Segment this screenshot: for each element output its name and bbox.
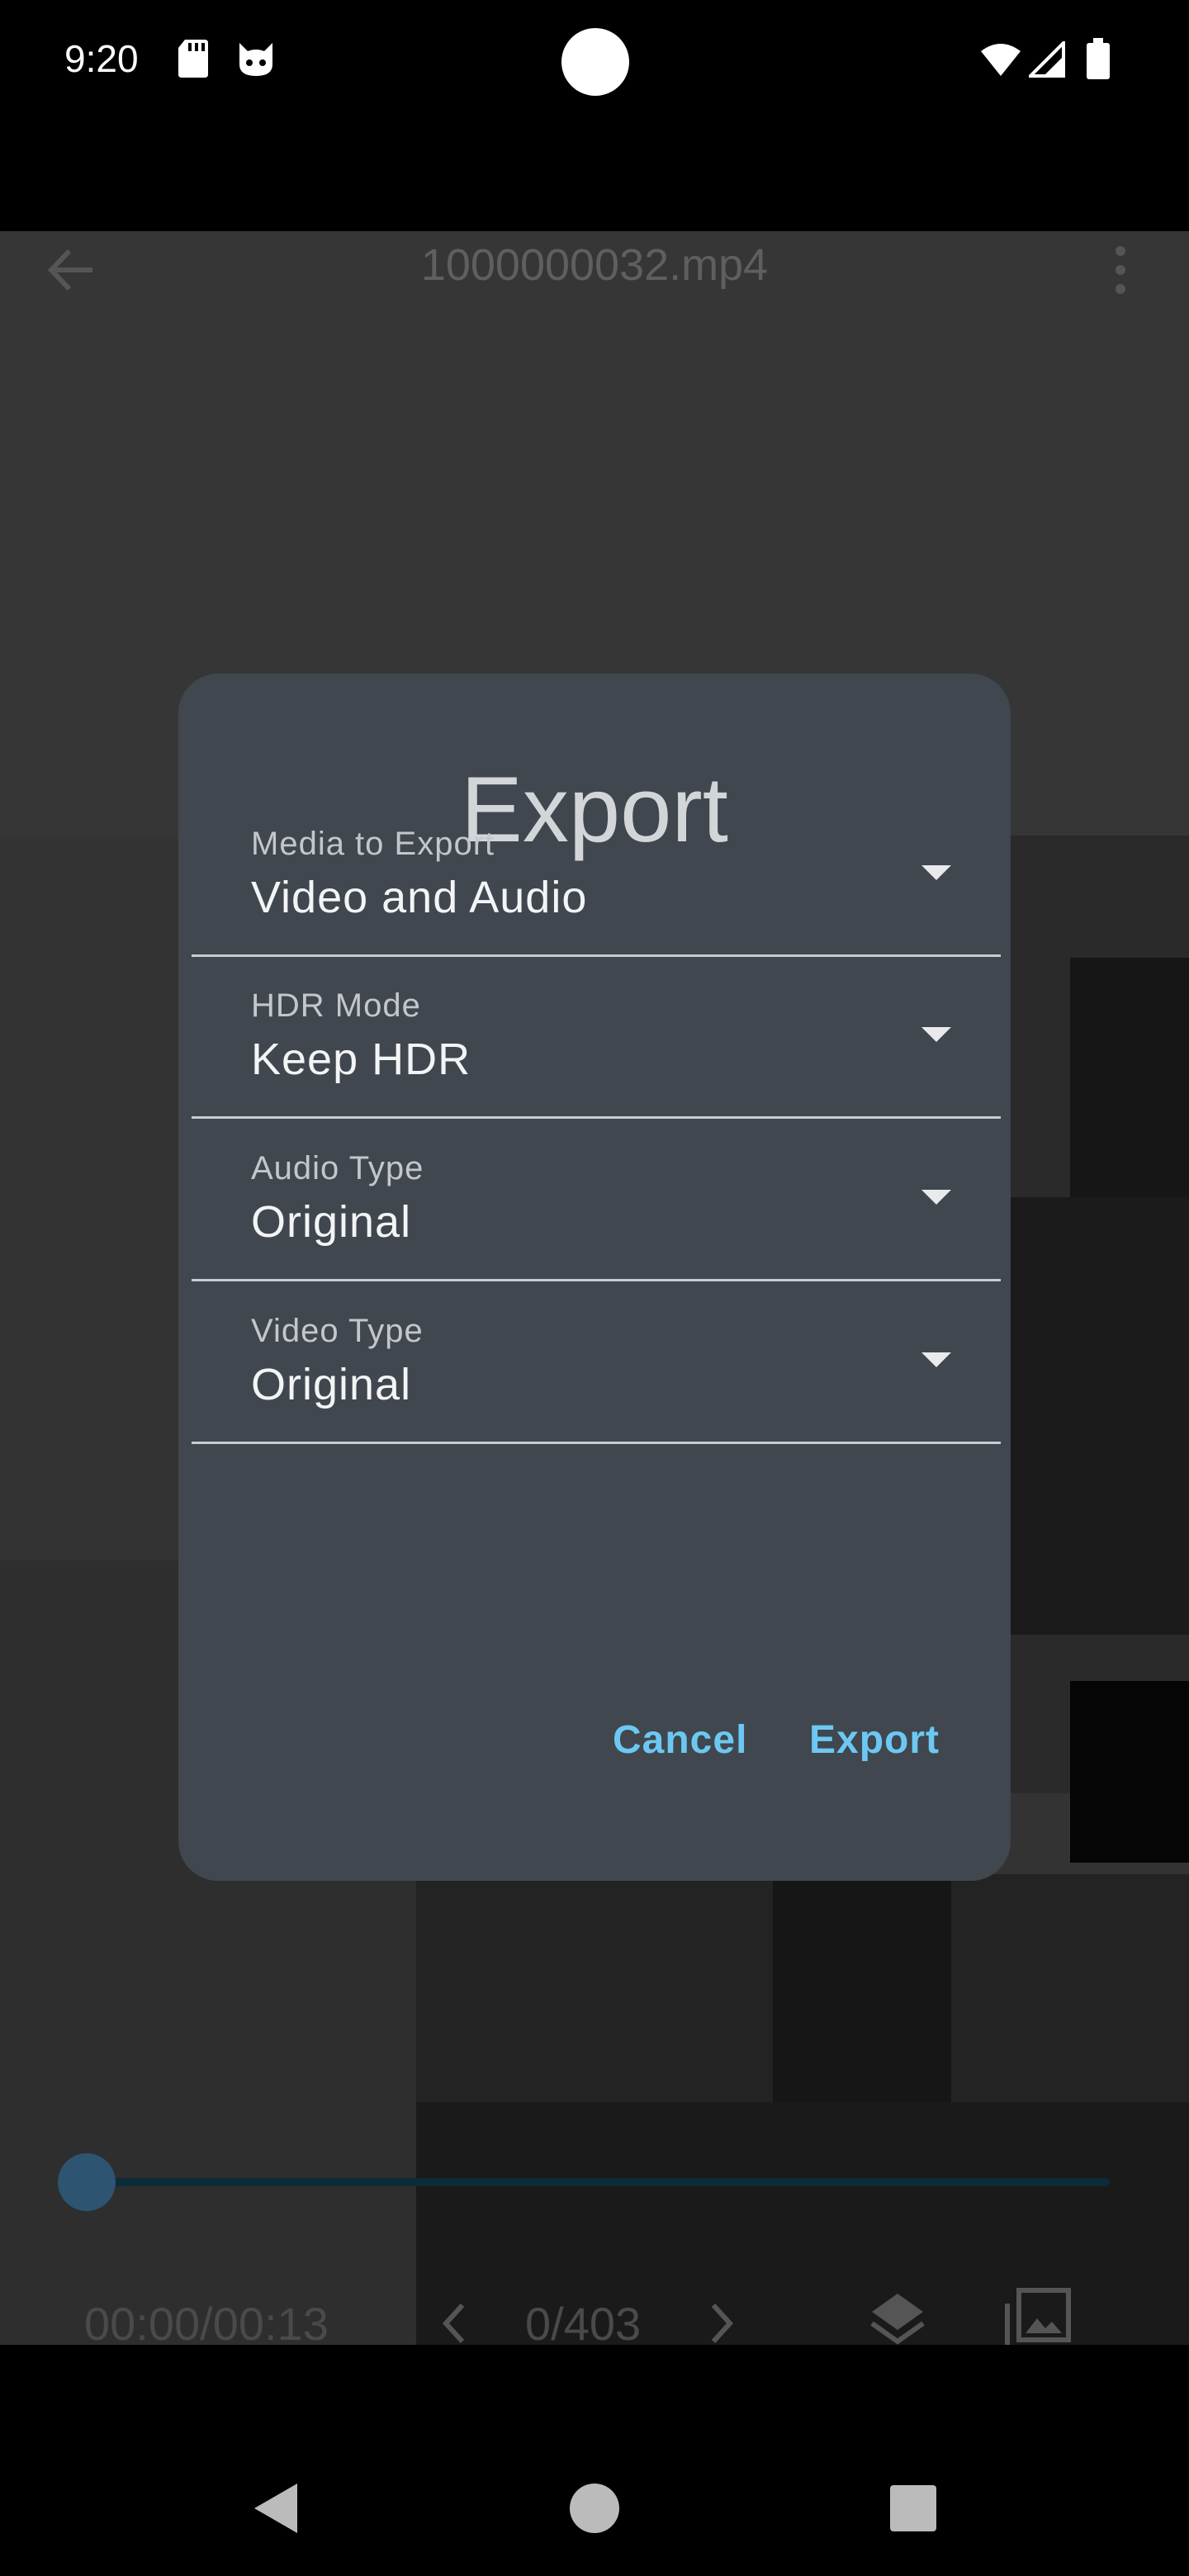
field-label: Audio Type [251, 1150, 424, 1186]
battery-icon [1087, 38, 1110, 79]
dropdown-arrow-icon [921, 1190, 951, 1205]
nav-recents-icon[interactable] [890, 2485, 936, 2531]
layers-icon[interactable] [869, 2290, 926, 2351]
field-value: Keep HDR [251, 1035, 471, 1084]
nav-back-icon[interactable] [251, 2482, 299, 2535]
status-clock: 9:20 [64, 37, 139, 80]
field-label: Video Type [251, 1313, 424, 1349]
cellular-signal-icon [1029, 41, 1065, 78]
field-label: HDR Mode [251, 987, 421, 1024]
nav-home-icon[interactable] [570, 2484, 619, 2533]
cat-notification-icon [239, 43, 272, 76]
previous-frame-icon[interactable] [438, 2300, 471, 2346]
export-button[interactable]: Export [809, 1717, 940, 1763]
file-title: 1000000032.mp4 [420, 240, 769, 290]
wifi-icon [981, 44, 1021, 76]
navigation-bar [0, 2345, 1189, 2576]
field-label: Media to Export [251, 826, 495, 862]
cancel-button[interactable]: Cancel [613, 1717, 747, 1763]
audio-type-dropdown[interactable]: Audio Type Original [192, 1117, 1001, 1281]
field-value: Video and Audio [251, 873, 588, 922]
video-type-dropdown[interactable]: Video Type Original [192, 1280, 1001, 1444]
seek-bar-thumb[interactable] [58, 2153, 116, 2211]
dropdown-arrow-icon [921, 1027, 951, 1042]
hdr-mode-dropdown[interactable]: HDR Mode Keep HDR [192, 954, 1001, 1119]
more-options-icon[interactable] [1108, 244, 1133, 296]
dropdown-arrow-icon [921, 865, 951, 880]
next-frame-icon[interactable] [705, 2300, 738, 2346]
media-to-export-dropdown[interactable]: Media to Export Video and Audio [192, 793, 1001, 957]
field-value: Original [251, 1197, 412, 1247]
dropdown-arrow-icon [921, 1352, 951, 1367]
export-dialog: Export Media to Export Video and Audio H… [178, 674, 1011, 1881]
camera-cutout [561, 28, 629, 96]
seek-bar-track[interactable] [86, 2178, 1110, 2186]
sd-card-icon [178, 40, 208, 78]
field-value: Original [251, 1360, 412, 1409]
frame-counter: 0/403 [525, 2298, 642, 2350]
time-readout: 00:00/00:13 [84, 2298, 329, 2350]
